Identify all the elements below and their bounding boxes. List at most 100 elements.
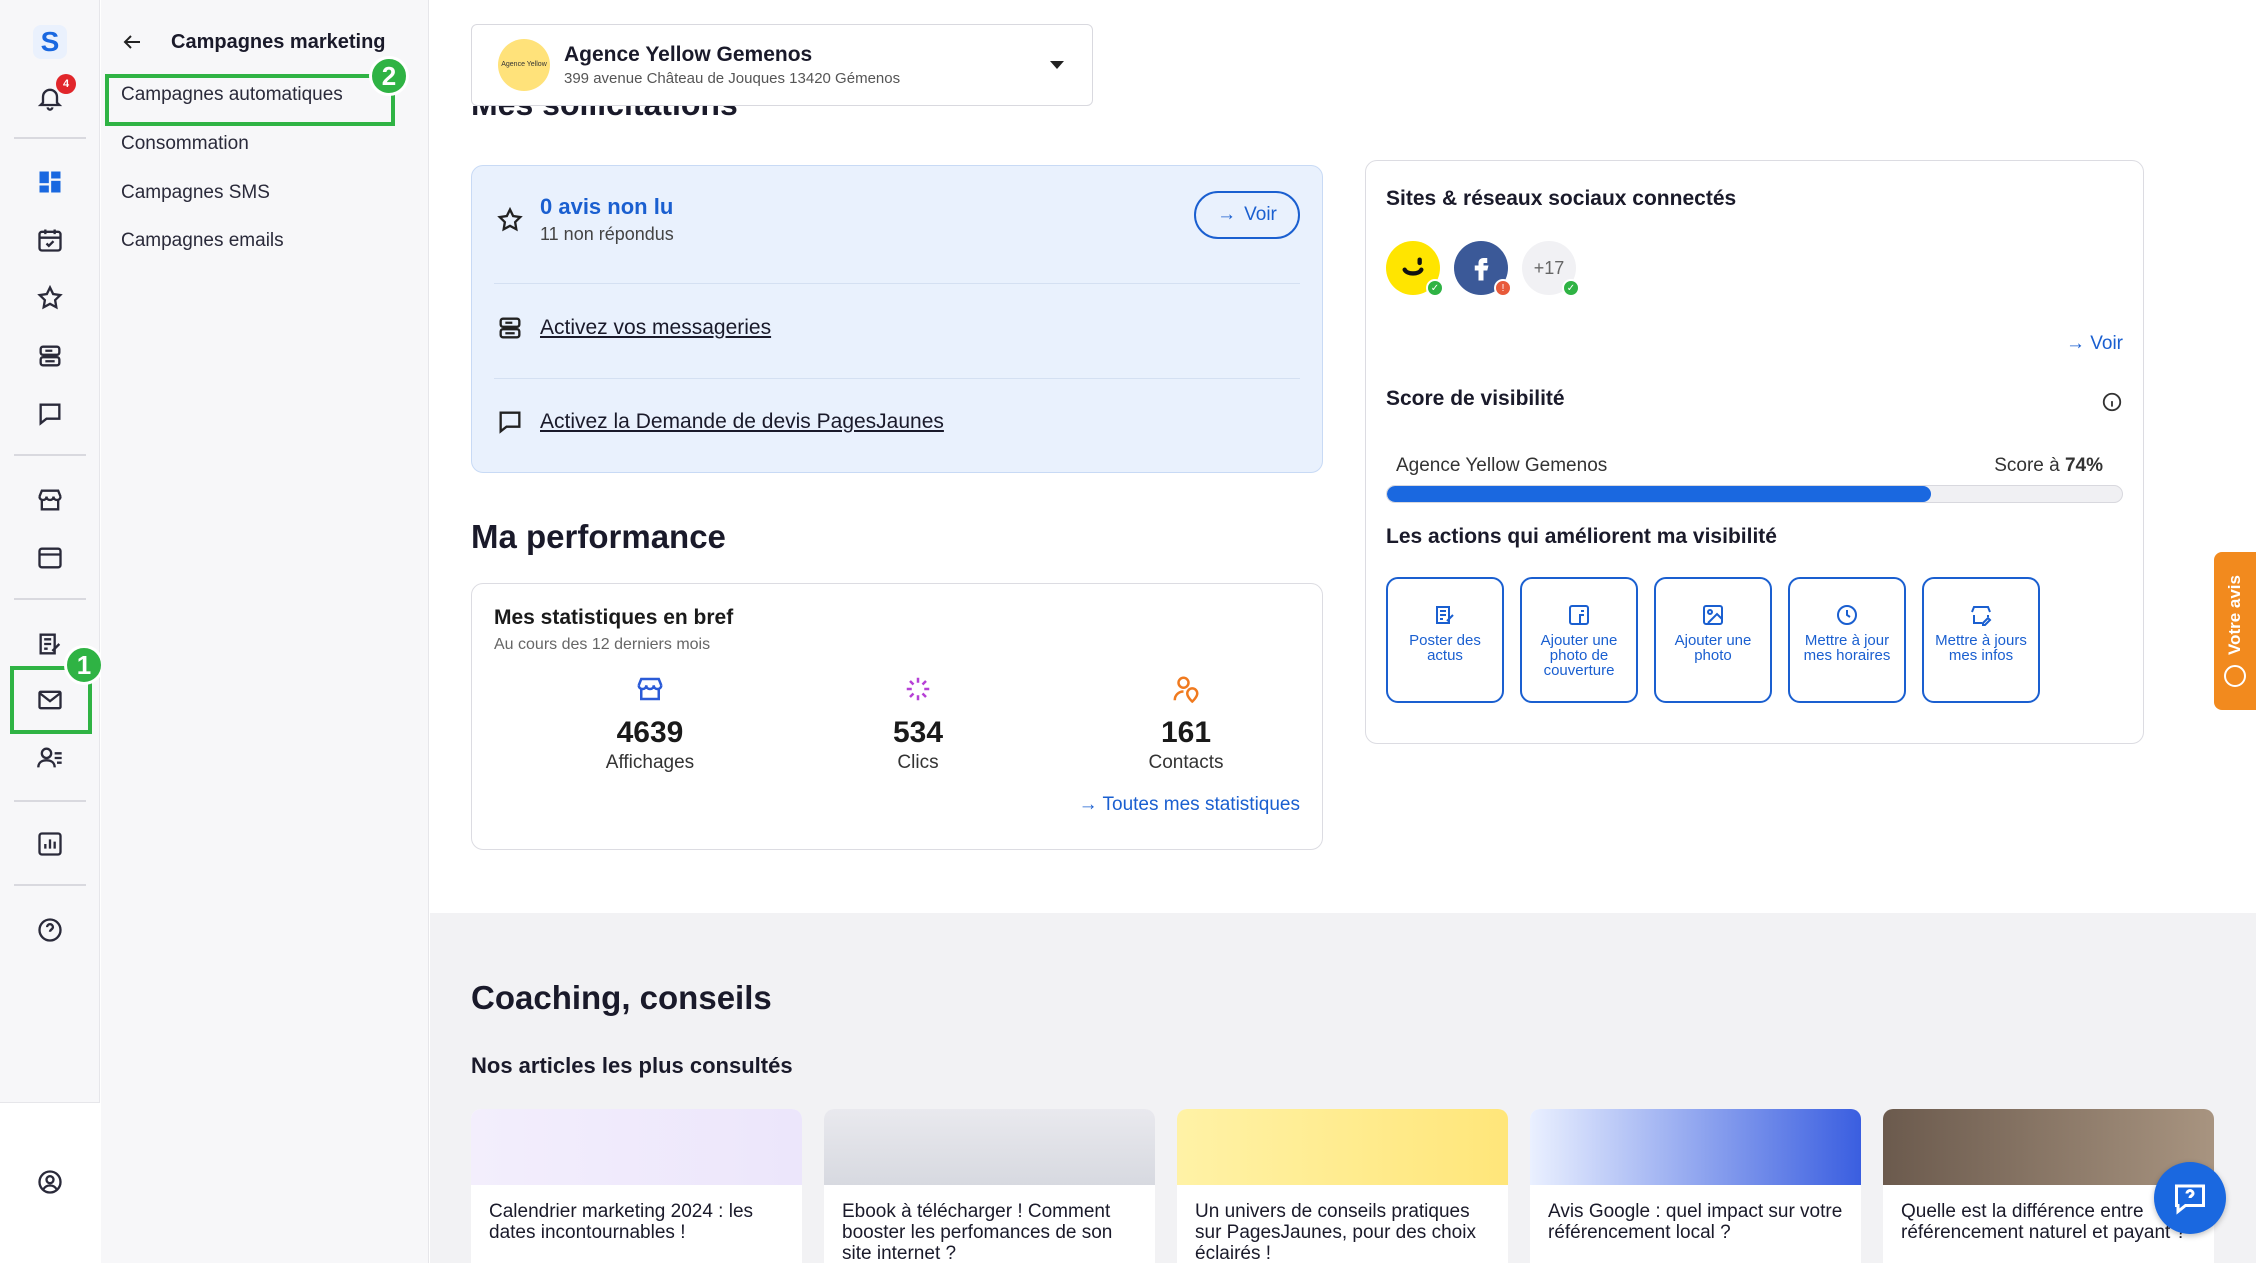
- arrow-right-icon: →: [2065, 333, 2091, 354]
- stat-value: 4639: [616, 716, 684, 749]
- divider: [494, 283, 1300, 284]
- contact-pin-icon: [1076, 672, 1296, 706]
- more-count-label: +17: [1533, 257, 1565, 278]
- stats-subtitle: Au cours des 12 derniers mois: [494, 636, 711, 653]
- highlight-number-2: 2: [369, 56, 409, 96]
- update-info-button[interactable]: Mettre à jours mes infos: [1922, 577, 2040, 703]
- clock-icon: [1837, 605, 1857, 625]
- back-arrow-icon[interactable]: [117, 27, 147, 57]
- question-chat-icon: [2175, 1184, 2205, 1215]
- stat-label: Clics: [897, 752, 939, 773]
- contacts-list-icon[interactable]: [30, 738, 70, 778]
- help-icon[interactable]: [30, 910, 70, 950]
- app-logo[interactable]: S: [30, 22, 70, 62]
- messaging-icon[interactable]: [30, 336, 70, 376]
- dashboard-icon[interactable]: [30, 162, 70, 202]
- statistics-icon[interactable]: [30, 824, 70, 864]
- article-title: Un univers de conseils pratiques sur Pag…: [1195, 1201, 1476, 1263]
- article-card[interactable]: Un univers de conseils pratiques sur Pag…: [1177, 1109, 1508, 1263]
- stat-contacts: 161 Contacts: [1076, 672, 1296, 774]
- icon-rail: S 4 1: [0, 0, 104, 1263]
- feedback-tab[interactable]: Votre avis: [2214, 552, 2256, 710]
- activate-quote-request-link[interactable]: Activez la Demande de devis PagesJaunes: [540, 410, 944, 434]
- article-card[interactable]: Avis Google : quel impact sur votre réfé…: [1530, 1109, 1861, 1263]
- stat-affichages: 4639 Affichages: [540, 672, 760, 774]
- agency-logo: Agence Yellow: [498, 39, 550, 91]
- email-campaign-icon[interactable]: [30, 680, 70, 720]
- notifications-bell-icon[interactable]: 4: [30, 74, 76, 118]
- visibility-progress-fill: [1387, 486, 1931, 502]
- highlight-number-1: 1: [64, 645, 104, 685]
- warning-icon: !: [1494, 279, 1512, 297]
- articles-heading: Nos articles les plus consultés: [471, 1053, 793, 1078]
- unread-reviews-count[interactable]: 0 avis non lu: [540, 194, 674, 220]
- store-icon: [540, 672, 760, 706]
- stat-value: 161: [1160, 716, 1212, 749]
- visibility-progress-bar: [1386, 485, 2123, 503]
- social-voir-link[interactable]: → Voir: [2066, 333, 2123, 355]
- submenu-item-campagnes-emails[interactable]: Campagnes emails: [121, 230, 284, 252]
- stat-label: Contacts: [1148, 752, 1224, 773]
- store-edit-icon: [1971, 606, 1992, 626]
- check-icon: ✓: [1562, 279, 1580, 297]
- submenu-title: Campagnes marketing: [171, 30, 386, 53]
- voir-label: Voir: [2090, 333, 2123, 354]
- calendar-icon[interactable]: [30, 220, 70, 260]
- notification-badge: 4: [56, 74, 76, 94]
- submenu-item-campagnes-automatiques[interactable]: Campagnes automatiques: [121, 84, 343, 106]
- social-title: Sites & réseaux sociaux connectés: [1386, 187, 1737, 210]
- account-icon[interactable]: [30, 1162, 70, 1202]
- facebook-icon[interactable]: !: [1454, 241, 1512, 297]
- article-thumbnail: [824, 1109, 1155, 1185]
- unread-reviews-row: 0 avis non lu 11 non répondus: [494, 194, 1300, 245]
- add-cover-photo-button[interactable]: Ajouter une photo de couverture: [1520, 577, 1638, 703]
- stat-label: Affichages: [605, 752, 695, 773]
- visibility-card: Sites & réseaux sociaux connectés ✓ ! +1…: [1365, 160, 2144, 744]
- score-value: 74%: [2064, 455, 2103, 476]
- info-icon[interactable]: [2101, 391, 2123, 413]
- image-icon: [1703, 605, 1723, 625]
- agency-address: 399 avenue Château de Jouques 13420 Géme…: [564, 70, 901, 87]
- stat-clics: 534 Clics: [808, 672, 1028, 774]
- activate-messaging-link[interactable]: Activez vos messageries: [540, 316, 771, 340]
- visibility-agency-label: Agence Yellow Gemenos: [1396, 455, 1608, 476]
- article-card[interactable]: Ebook à télécharger ! Comment booster le…: [824, 1109, 1155, 1263]
- visibility-score: Score à 74%: [1994, 455, 2103, 477]
- stat-value: 534: [892, 716, 944, 749]
- sollicitations-heading: Mes sollicitations: [471, 106, 738, 130]
- add-photo-button[interactable]: Ajouter une photo: [1654, 577, 1772, 703]
- chat-icon[interactable]: [30, 394, 70, 434]
- article-thumbnail: [1177, 1109, 1508, 1185]
- more-networks-count[interactable]: +17 ✓: [1522, 241, 1580, 297]
- action-label: Ajouter une photo: [1674, 632, 1752, 664]
- action-label: Mettre à jour mes horaires: [1803, 632, 1891, 664]
- star-icon[interactable]: [30, 278, 70, 318]
- visibility-title: Score de visibilité: [1386, 387, 1565, 410]
- submenu-item-consommation[interactable]: Consommation: [121, 133, 249, 155]
- store-icon[interactable]: [30, 480, 70, 520]
- article-title: Ebook à télécharger ! Comment booster le…: [842, 1201, 1113, 1263]
- agency-selector[interactable]: Agence Yellow Agence Yellow Gemenos 399 …: [471, 24, 1093, 106]
- logo-letter: S: [33, 25, 67, 59]
- chevron-down-icon: [1050, 61, 1064, 69]
- click-burst-icon: [808, 672, 1028, 706]
- support-chat-button[interactable]: [2154, 1162, 2226, 1234]
- unanswered-reviews-count: 11 non répondus: [540, 224, 674, 244]
- performance-heading: Ma performance: [471, 518, 726, 555]
- messaging-row: Activez vos messageries: [494, 312, 1300, 344]
- rail-divider: [14, 598, 86, 600]
- article-thumbnail: [471, 1109, 802, 1185]
- reviews-voir-button[interactable]: → Voir: [1194, 191, 1300, 239]
- stats-card: Mes statistiques en bref Au cours des 12…: [471, 583, 1323, 850]
- update-hours-button[interactable]: Mettre à jour mes horaires: [1788, 577, 1906, 703]
- stats-title: Mes statistiques en bref: [494, 606, 734, 629]
- pagesjaunes-smile-icon[interactable]: ✓: [1386, 241, 1444, 297]
- action-label: Ajouter une photo de couverture: [1540, 632, 1618, 679]
- website-icon[interactable]: [30, 538, 70, 578]
- all-statistics-link[interactable]: → Toutes mes statistiques: [1079, 794, 1300, 816]
- divider: [494, 378, 1300, 379]
- post-news-button[interactable]: Poster des actus: [1386, 577, 1504, 703]
- article-card[interactable]: Calendrier marketing 2024 : les dates in…: [471, 1109, 802, 1263]
- submenu-item-campagnes-sms[interactable]: Campagnes SMS: [121, 182, 270, 204]
- star-outline-icon: [494, 204, 526, 236]
